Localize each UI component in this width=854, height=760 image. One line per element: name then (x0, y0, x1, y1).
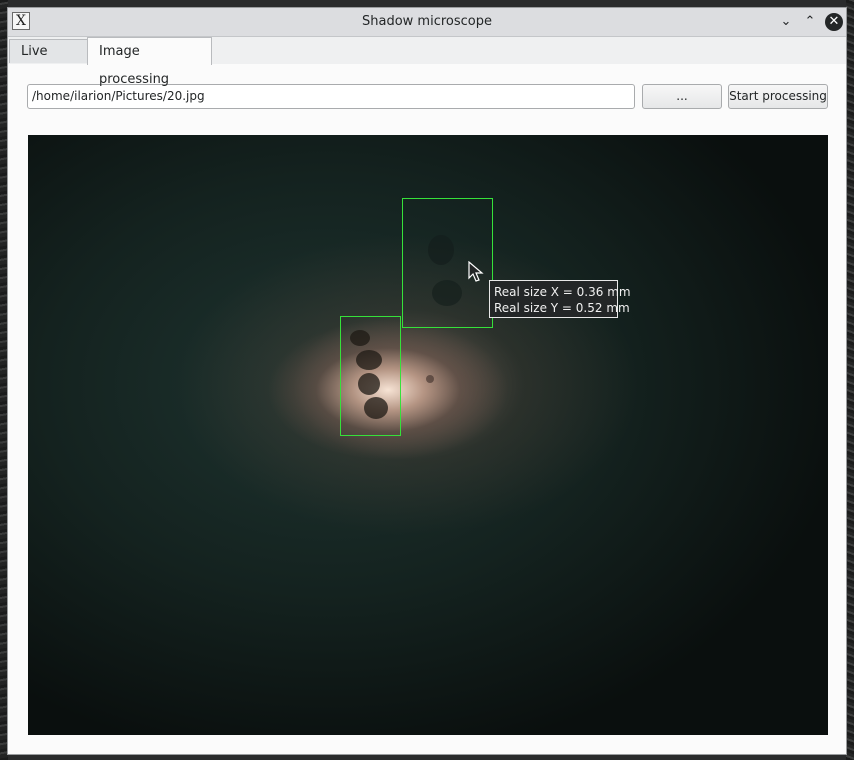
window-title: Shadow microscope (362, 14, 492, 29)
image-processing-pane: /home/ilarion/Pictures/20.jpg ... Start … (8, 64, 846, 754)
minimize-icon[interactable]: ⌄ (777, 13, 795, 31)
detection-box[interactable] (340, 316, 401, 436)
desktop-background-right (846, 0, 854, 760)
maximize-icon[interactable]: ⌃ (801, 13, 819, 31)
mouse-cursor-icon (468, 261, 484, 282)
image-viewer[interactable]: Real size X = 0.36 mm Real size Y = 0.52… (28, 135, 828, 735)
title-bar[interactable]: X Shadow microscope ⌄ ⌃ ✕ (8, 8, 846, 37)
tab-bar: Live video Image processing (8, 37, 846, 87)
close-icon[interactable]: ✕ (825, 13, 843, 31)
tooltip-size-x: Real size X = 0.36 mm (494, 285, 631, 299)
start-processing-button[interactable]: Start processing (728, 84, 828, 109)
size-tooltip: Real size X = 0.36 mm Real size Y = 0.52… (489, 280, 631, 318)
tab-image-processing[interactable]: Image processing (87, 37, 212, 87)
tooltip-size-y: Real size Y = 0.52 mm (494, 301, 630, 315)
tab-live-video[interactable]: Live video (9, 39, 88, 83)
app-window: X Shadow microscope ⌄ ⌃ ✕ Live video Ima… (7, 7, 847, 755)
particle-speck (426, 375, 434, 383)
browse-button[interactable]: ... (642, 84, 722, 109)
